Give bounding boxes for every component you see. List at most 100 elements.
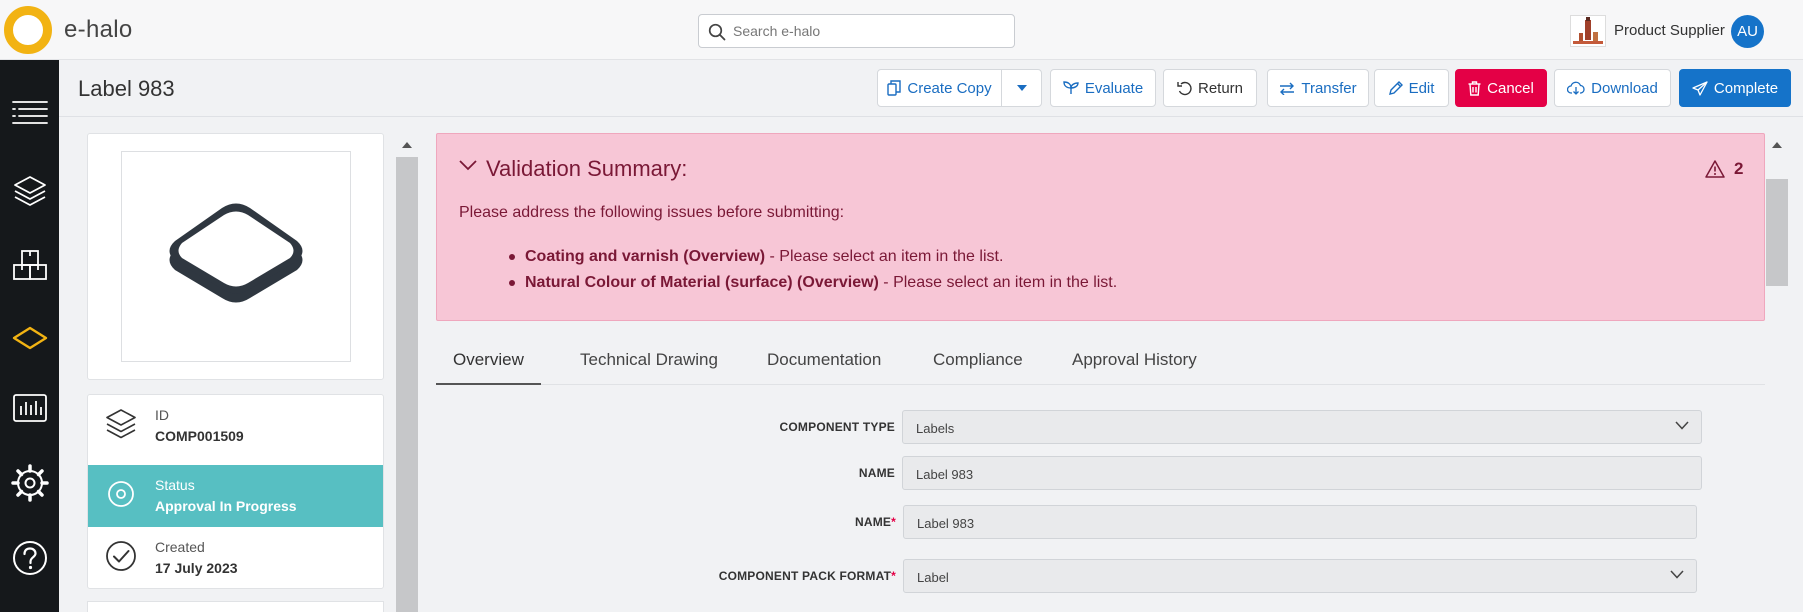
page-header: Label 983 Create Copy Evaluate Return Tr… <box>59 60 1803 117</box>
created-value: 17 July 2023 <box>155 560 238 576</box>
check-circle-icon <box>106 541 136 571</box>
trash-icon <box>1468 80 1481 96</box>
id-label: ID <box>155 407 169 423</box>
status-row: Status Approval In Progress <box>88 465 383 527</box>
search-icon <box>708 23 726 41</box>
top-bar: e-halo Product Supplier AU <box>0 0 1803 60</box>
tab-approval-history[interactable]: Approval History <box>1072 350 1197 385</box>
sidebar-item-reports[interactable] <box>0 380 59 436</box>
left-panel-scrollbar[interactable] <box>396 133 418 612</box>
status-label: Status <box>155 477 195 493</box>
create-copy-button[interactable]: Create Copy <box>877 69 1002 107</box>
caret-down-icon <box>1016 85 1027 91</box>
pack-format-select[interactable]: Label <box>903 559 1697 593</box>
complete-button[interactable]: Complete <box>1679 69 1791 107</box>
brand-name: e-halo <box>64 16 133 43</box>
scrollbar-thumb[interactable] <box>1766 179 1788 286</box>
bar-chart-icon <box>12 394 47 422</box>
supplier-logo[interactable] <box>1570 15 1606 47</box>
sidebar-item-layers[interactable] <box>0 163 59 219</box>
sidebar-item-menu[interactable] <box>0 84 59 140</box>
pack-format-value: Label <box>917 570 949 585</box>
return-button[interactable]: Return <box>1163 69 1257 107</box>
name-required-text: NAME <box>854 515 892 529</box>
issue-field: Natural Colour of Material (surface) (Ov… <box>525 274 879 291</box>
required-asterisk: * <box>891 569 896 583</box>
page-title: Label 983 <box>78 76 175 101</box>
cancel-button[interactable]: Cancel <box>1455 69 1547 107</box>
pencil-icon <box>1388 81 1403 95</box>
tab-compliance[interactable]: Compliance <box>933 350 1023 385</box>
download-button[interactable]: Download <box>1554 69 1671 107</box>
name-field[interactable]: Label 983 <box>902 456 1702 490</box>
main-panel-scrollbar[interactable] <box>1766 133 1788 612</box>
search-box[interactable] <box>698 14 1015 48</box>
component-type-label: COMPONENT TYPE <box>779 420 895 434</box>
cloud-download-icon <box>1567 81 1585 95</box>
download-label: Download <box>1591 79 1658 97</box>
id-value: COMP001509 <box>155 428 244 444</box>
tab-overview[interactable]: Overview <box>436 350 541 385</box>
component-image-card <box>87 133 384 380</box>
name-label: NAME <box>858 466 895 480</box>
user-avatar[interactable]: AU <box>1731 15 1764 48</box>
sidebar-item-settings[interactable] <box>0 455 59 511</box>
validation-issue-list: Coating and varnish (Overview) - Please … <box>509 244 1117 296</box>
component-image[interactable] <box>121 151 351 362</box>
label-shape-icon <box>169 203 303 303</box>
detail-tabs: Overview Technical Drawing Documentation… <box>436 340 1765 385</box>
next-card <box>87 601 384 612</box>
return-label: Return <box>1197 79 1244 97</box>
validation-count: 2 <box>1705 159 1743 179</box>
scroll-up-arrow-icon[interactable] <box>1772 142 1782 148</box>
created-row: Created 17 July 2023 <box>88 527 383 588</box>
status-circle-icon <box>108 481 134 507</box>
pack-format-label: COMPONENT PACK FORMAT* <box>719 569 896 583</box>
menu-lines-icon <box>11 101 48 124</box>
chevron-down-icon[interactable] <box>459 159 477 171</box>
transfer-label: Transfer <box>1301 79 1357 97</box>
pack-format-text: COMPONENT PACK FORMAT <box>718 569 892 583</box>
validation-issue[interactable]: Natural Colour of Material (surface) (Ov… <box>509 270 1117 296</box>
required-asterisk: * <box>891 515 896 529</box>
name-required-label: NAME* <box>855 515 896 529</box>
component-icon <box>12 326 47 350</box>
ehalo-logo-icon[interactable] <box>4 6 52 54</box>
validation-intro: Please address the following issues befo… <box>459 204 845 221</box>
chevron-down-icon <box>1675 421 1689 430</box>
edit-button[interactable]: Edit <box>1374 69 1449 107</box>
tab-documentation[interactable]: Documentation <box>767 350 881 385</box>
validation-title[interactable]: Validation Summary: <box>486 156 687 182</box>
create-copy-dropdown-button[interactable] <box>1001 69 1042 107</box>
transfer-icon <box>1280 82 1295 95</box>
create-copy-label: Create Copy <box>907 79 992 97</box>
supplier-name[interactable]: Product Supplier <box>1614 22 1725 39</box>
cancel-label: Cancel <box>1487 79 1534 97</box>
sidebar-item-boxes[interactable] <box>0 237 59 293</box>
created-label: Created <box>155 539 205 555</box>
scroll-up-arrow-icon[interactable] <box>402 142 412 148</box>
tab-technical-drawing[interactable]: Technical Drawing <box>580 350 718 385</box>
component-type-value: Labels <box>916 421 955 436</box>
status-value: Approval In Progress <box>155 498 297 514</box>
search-input[interactable] <box>733 21 1003 41</box>
issue-message: - Please select an item in the list. <box>765 248 1004 265</box>
component-type-select[interactable]: Labels <box>902 410 1702 444</box>
copy-icon <box>887 80 902 96</box>
evaluate-label: Evaluate <box>1084 79 1144 97</box>
validation-issue[interactable]: Coating and varnish (Overview) - Please … <box>509 244 1117 270</box>
undo-icon <box>1177 81 1192 95</box>
name-value: Label 983 <box>916 467 974 482</box>
component-info-card: ID COMP001509 Status Approval In Progres… <box>87 394 384 589</box>
sidebar-item-components[interactable] <box>0 310 59 366</box>
scrollbar-thumb[interactable] <box>396 157 418 612</box>
chevron-down-icon <box>1670 570 1684 579</box>
warning-icon <box>1705 160 1725 178</box>
edit-label: Edit <box>1408 79 1435 97</box>
transfer-button[interactable]: Transfer <box>1267 69 1369 107</box>
name-required-value: Label 983 <box>917 516 975 531</box>
issue-message: - Please select an item in the list. <box>878 274 1118 291</box>
evaluate-button[interactable]: Evaluate <box>1050 69 1156 107</box>
sidebar-item-help[interactable] <box>0 530 59 586</box>
name-required-field[interactable]: Label 983 <box>903 505 1697 539</box>
